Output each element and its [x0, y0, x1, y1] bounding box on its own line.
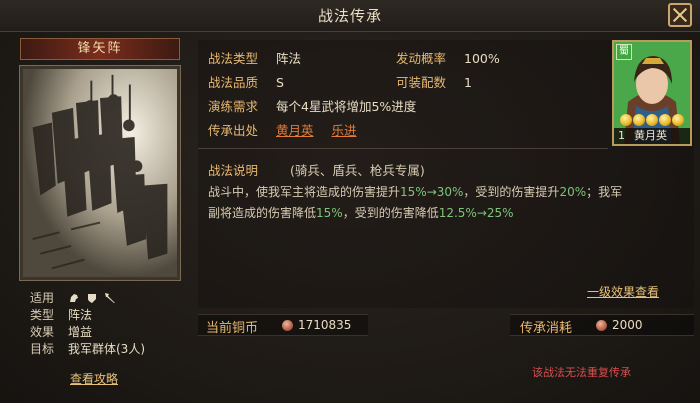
attr-practice-label: 演练需求	[208, 99, 259, 114]
applicable-icons	[68, 292, 116, 304]
attr-origin-label: 传承出处	[208, 123, 259, 138]
inherit-cost-label: 传承消耗	[520, 321, 573, 336]
star-icon	[646, 114, 658, 126]
target-value: 我军群体(3人)	[68, 342, 145, 356]
hero-stars	[620, 114, 686, 126]
window-title: 战法传承	[317, 7, 382, 25]
desc-highlight: 15%→30%	[400, 185, 464, 199]
attr-trigger: 发动概率 100%	[396, 48, 500, 67]
attr-practice-value: 每个4星武将增加5%进度	[276, 99, 417, 114]
copper-coin-icon	[282, 320, 293, 331]
close-button[interactable]	[668, 3, 692, 27]
cavalry-icon	[68, 292, 80, 304]
hero-name-bar: 1 黄月英	[614, 128, 690, 144]
effect-label: 效果	[30, 325, 55, 339]
skill-illustration	[19, 65, 181, 281]
hero-card[interactable]: 蜀 1 黄月英	[612, 40, 692, 146]
section-divider	[198, 148, 608, 149]
hero-level: 1	[618, 129, 625, 142]
desc-text: 战斗中，使我军主将造成的伤害提升	[208, 185, 401, 199]
inherit-cost-value: 2000	[612, 318, 643, 332]
soldiers-illustration	[23, 69, 177, 277]
star-icon	[672, 114, 684, 126]
origin-hero-link[interactable]: 乐进	[332, 123, 357, 138]
star-icon	[620, 114, 632, 126]
target-label: 目标	[30, 342, 55, 356]
star-icon	[633, 114, 645, 126]
description-title: 战法说明	[208, 163, 259, 178]
attr-trigger-label: 发动概率	[396, 51, 447, 66]
attr-quality: 战法品质 S	[208, 72, 284, 91]
type-value: 阵法	[68, 308, 93, 322]
current-coins-bar: 当前铜币 1710835	[198, 314, 368, 336]
desc-highlight: 20%	[559, 185, 587, 199]
attr-practice: 演练需求 每个4星武将增加5%进度	[208, 96, 416, 115]
current-coins-label: 当前铜币	[206, 321, 259, 336]
inherit-cost-bar: 传承消耗 2000	[510, 314, 694, 336]
effect-value: 增益	[68, 325, 93, 339]
attr-origin: 传承出处 黄月英 乐进	[208, 120, 357, 139]
attr-quality-label: 战法品质	[208, 75, 259, 90]
attr-equip-label: 可装配数	[396, 75, 447, 90]
spear-icon	[104, 292, 116, 304]
attr-equip-value: 1	[464, 75, 472, 90]
skill-name: 锋矢阵	[20, 38, 180, 60]
current-coins-value: 1710835	[298, 318, 352, 332]
cannot-repeat-warning: 该战法无法重复传承	[532, 366, 631, 379]
description-subtitle: (骑兵、盾兵、枪兵专属)	[290, 163, 425, 178]
desc-text: 副将造成的伤害降低	[208, 206, 317, 220]
attr-trigger-value: 100%	[464, 51, 500, 66]
desc-highlight: 12.5%→25%	[438, 206, 514, 220]
origin-hero-link[interactable]: 黄月英	[276, 123, 314, 138]
desc-text: ；我军	[586, 185, 623, 199]
description-line-2: 副将造成的伤害降低15%，受到的伤害降低12.5%→25%	[208, 203, 688, 224]
faction-badge: 蜀	[616, 44, 632, 60]
hero-name: 黄月英	[634, 129, 667, 142]
description-body: 战斗中，使我军主将造成的伤害提升15%→30%，受到的伤害提升20%；我军 副将…	[208, 182, 688, 224]
type-label: 类型	[30, 308, 55, 322]
desc-text: ，受到的伤害降低	[342, 206, 439, 220]
shield-icon	[86, 292, 98, 304]
attr-type-value: 阵法	[276, 51, 302, 66]
attr-equip: 可装配数 1	[396, 72, 472, 91]
applicable-label: 适用	[30, 291, 55, 305]
view-strategy-link[interactable]: 查看攻略	[70, 370, 118, 387]
attr-quality-value: S	[276, 75, 284, 90]
attr-type: 战法类型 阵法	[208, 48, 301, 67]
description-line-1: 战斗中，使我军主将造成的伤害提升15%→30%，受到的伤害提升20%；我军	[208, 182, 688, 203]
view-level1-effect-link[interactable]: 一级效果查看	[587, 283, 659, 300]
copper-coin-icon	[596, 320, 607, 331]
desc-highlight: 15%	[316, 206, 343, 220]
desc-text: ，受到的伤害提升	[463, 185, 560, 199]
attr-type-label: 战法类型	[208, 51, 259, 66]
star-icon	[659, 114, 671, 126]
